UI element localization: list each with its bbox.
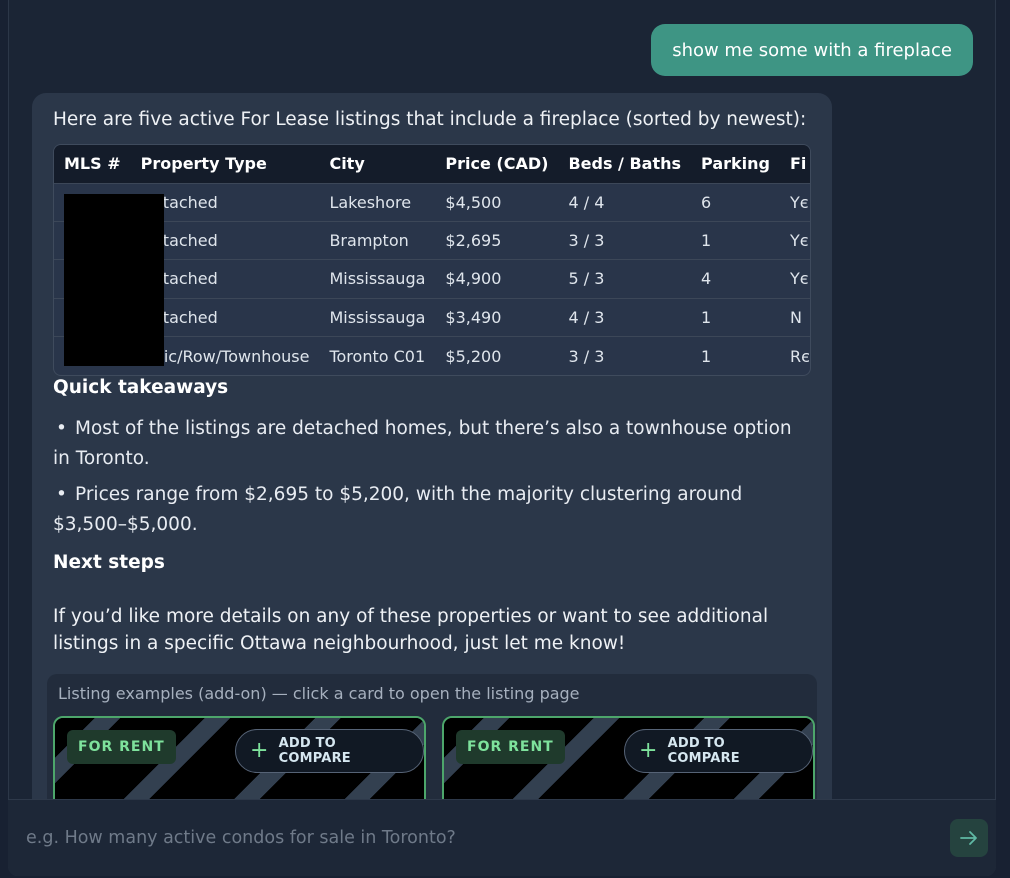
beds-baths-cell: 3 / 3 <box>558 220 692 260</box>
redacted-mls-block <box>64 194 164 366</box>
table-row: Detached Mississauga $4,900 5 / 3 4 Yє <box>54 259 810 299</box>
add-to-compare-label: ADD TO COMPARE <box>667 736 740 766</box>
price-cell: $4,500 <box>435 182 559 222</box>
city-cell: Brampton <box>319 220 436 260</box>
add-to-compare-button[interactable]: + ADD TO COMPARE <box>624 729 813 773</box>
next-steps-text: If you’d like more details on any of the… <box>53 606 769 654</box>
truncated-cell: Yє <box>779 182 810 222</box>
chat-window: show me some with a fireplace Here are f… <box>8 0 996 876</box>
message-composer <box>8 799 996 876</box>
takeaway-text: Most of the listings are detached homes,… <box>53 418 792 469</box>
takeaways-heading: Quick takeaways <box>53 377 229 398</box>
takeaway-item: • Prices range from $2,695 to $5,200, wit… <box>53 480 801 540</box>
parking-cell: 1 <box>691 297 780 337</box>
table-row: Detached Lakeshore $4,500 4 / 4 6 Yє <box>54 182 810 222</box>
assistant-message-bubble: Here are five active For Lease listings … <box>32 93 832 813</box>
column-header: Property Type <box>130 145 320 183</box>
beds-baths-cell: 5 / 3 <box>558 259 692 299</box>
city-cell: Toronto C01 <box>319 336 436 375</box>
truncated-cell: Yє <box>779 220 810 260</box>
beds-baths-cell: 3 / 3 <box>558 336 692 375</box>
listings-table[interactable]: MLS # Property Type City Price (CAD) Bed… <box>53 144 811 376</box>
next-steps-heading: Next steps <box>53 552 165 573</box>
user-message-bubble: show me some with a fireplace <box>651 24 973 76</box>
column-header: City <box>319 145 436 183</box>
table-header-row: MLS # Property Type City Price (CAD) Bed… <box>54 145 810 183</box>
city-cell: Mississauga <box>319 297 436 337</box>
for-rent-badge: FOR RENT <box>456 730 565 764</box>
takeaway-text: Prices range from $2,695 to $5,200, with… <box>53 484 743 535</box>
price-cell: $4,900 <box>435 259 559 299</box>
arrow-right-icon <box>960 831 977 845</box>
column-header: MLS # <box>54 145 131 183</box>
takeaway-item: • Most of the listings are detached homes… <box>53 414 801 474</box>
price-cell: $2,695 <box>435 220 559 260</box>
bullet-icon: • <box>56 484 67 505</box>
for-rent-badge: FOR RENT <box>67 730 176 764</box>
assistant-intro: Here are five active For Lease listings … <box>53 109 807 130</box>
send-button[interactable] <box>950 819 988 857</box>
truncated-cell: Yє <box>779 259 810 299</box>
price-cell: $3,490 <box>435 297 559 337</box>
message-input[interactable] <box>26 818 906 858</box>
bullet-icon: • <box>56 418 67 439</box>
add-to-compare-label: ADD TO COMPARE <box>278 736 351 766</box>
city-cell: Mississauga <box>319 259 436 299</box>
price-cell: $5,200 <box>435 336 559 375</box>
listing-examples-title: Listing examples (add-on) — click a card… <box>58 684 580 703</box>
add-to-compare-button[interactable]: + ADD TO COMPARE <box>235 729 424 773</box>
parking-cell: 1 <box>691 336 780 375</box>
beds-baths-cell: 4 / 3 <box>558 297 692 337</box>
plus-icon: + <box>639 738 658 763</box>
table-row: Detached Brampton $2,695 3 / 3 1 Yє <box>54 220 810 260</box>
truncated-cell: N <box>779 297 810 337</box>
parking-cell: 1 <box>691 220 780 260</box>
column-header: Parking <box>691 145 780 183</box>
parking-cell: 6 <box>691 182 780 222</box>
plus-icon: + <box>250 738 269 763</box>
listing-examples-panel: Listing examples (add-on) — click a card… <box>47 674 817 813</box>
table-row: Detached Mississauga $3,490 4 / 3 1 N <box>54 297 810 337</box>
beds-baths-cell: 4 / 4 <box>558 182 692 222</box>
parking-cell: 4 <box>691 259 780 299</box>
column-header: Price (CAD) <box>435 145 559 183</box>
city-cell: Lakeshore <box>319 182 436 222</box>
user-message-text: show me some with a fireplace <box>672 39 952 61</box>
column-header: Fi <box>779 145 810 183</box>
truncated-cell: Rє <box>779 336 810 375</box>
table-row: Attic/Row/Townhouse Toronto C01 $5,200 3… <box>54 336 810 375</box>
column-header: Beds / Baths <box>558 145 692 183</box>
